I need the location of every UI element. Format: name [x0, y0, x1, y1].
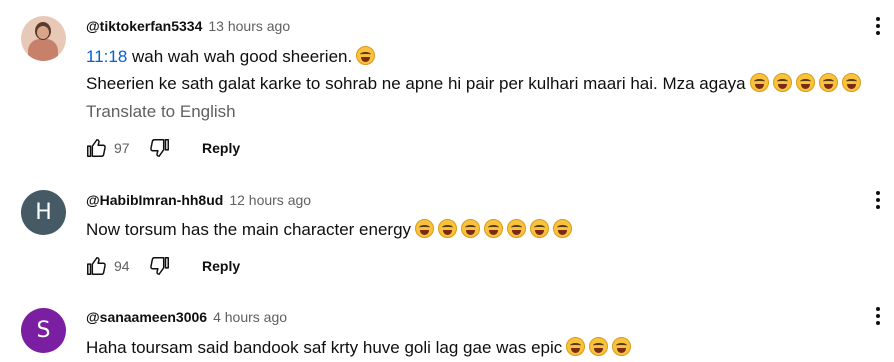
comment-text: Now torsum has the main character energy — [86, 220, 412, 239]
avatar[interactable]: S — [21, 308, 66, 353]
comment-text: Haha toursam said bandook saf krty huve … — [86, 338, 563, 357]
laughing-emoji-icon — [795, 73, 815, 92]
like-count: 94 — [114, 258, 130, 274]
laughing-emoji-icon — [461, 219, 481, 238]
like-count: 97 — [114, 140, 130, 156]
avatar[interactable] — [21, 16, 66, 61]
like-button[interactable] — [84, 254, 108, 278]
comment-text: Sheerien ke sath galat karke to sohrab n… — [86, 74, 746, 93]
laughing-emoji-icon — [612, 337, 632, 356]
timestamp-link[interactable]: 11:18 — [86, 47, 127, 66]
laughing-emoji-icon — [818, 73, 838, 92]
comment-author[interactable]: @HabibImran-hh8ud — [86, 192, 223, 208]
laughing-emoji-icon — [484, 219, 504, 238]
comment-time[interactable]: 13 hours ago — [208, 18, 290, 34]
more-vert-icon — [876, 191, 880, 209]
more-vert-icon — [876, 307, 880, 325]
comment-text: wah wah wah good sheerien. — [132, 47, 353, 66]
laughing-emoji-icon — [841, 73, 861, 92]
comment-time[interactable]: 12 hours ago — [229, 192, 311, 208]
laughing-emoji-icon — [749, 73, 769, 92]
laughing-emoji-icon — [553, 219, 573, 238]
laughing-emoji-icon — [507, 219, 527, 238]
comment-menu-button[interactable] — [866, 188, 890, 212]
thumbs-up-icon — [87, 139, 106, 157]
comment-author[interactable]: @tiktokerfan5334 — [86, 18, 202, 34]
laughing-emoji-icon — [356, 46, 376, 65]
comment-menu-button[interactable] — [866, 14, 890, 38]
laughing-emoji-icon — [772, 73, 792, 92]
more-vert-icon — [876, 17, 880, 35]
laughing-emoji-icon — [438, 219, 458, 238]
like-button[interactable] — [84, 136, 108, 160]
avatar-letter: H — [35, 200, 52, 225]
comment-author[interactable]: @sanaameen3006 — [86, 309, 207, 325]
comment-menu-button[interactable] — [866, 304, 890, 328]
thumbs-down-icon — [150, 257, 169, 275]
avatar-letter: S — [36, 318, 51, 343]
comment-text-line-1: Haha toursam said bandook saf krty huve … — [86, 334, 632, 361]
laughing-emoji-icon — [530, 219, 550, 238]
reply-button[interactable]: Reply — [202, 140, 240, 156]
laughing-emoji-icon — [415, 219, 435, 238]
reply-button[interactable]: Reply — [202, 258, 240, 274]
dislike-button[interactable] — [148, 136, 172, 160]
comment-time[interactable]: 4 hours ago — [213, 309, 287, 325]
translate-link[interactable]: Translate to English — [86, 102, 236, 122]
comment-text-line-1: 11:18 wah wah wah good sheerien. — [86, 43, 376, 70]
laughing-emoji-icon — [566, 337, 586, 356]
avatar[interactable]: H — [21, 190, 66, 235]
thumbs-up-icon — [87, 257, 106, 275]
thumbs-down-icon — [150, 139, 169, 157]
comment-text-line-2: Sheerien ke sath galat karke to sohrab n… — [86, 70, 861, 97]
laughing-emoji-icon — [589, 337, 609, 356]
dislike-button[interactable] — [148, 254, 172, 278]
comment-text-line-1: Now torsum has the main character energy — [86, 216, 573, 243]
